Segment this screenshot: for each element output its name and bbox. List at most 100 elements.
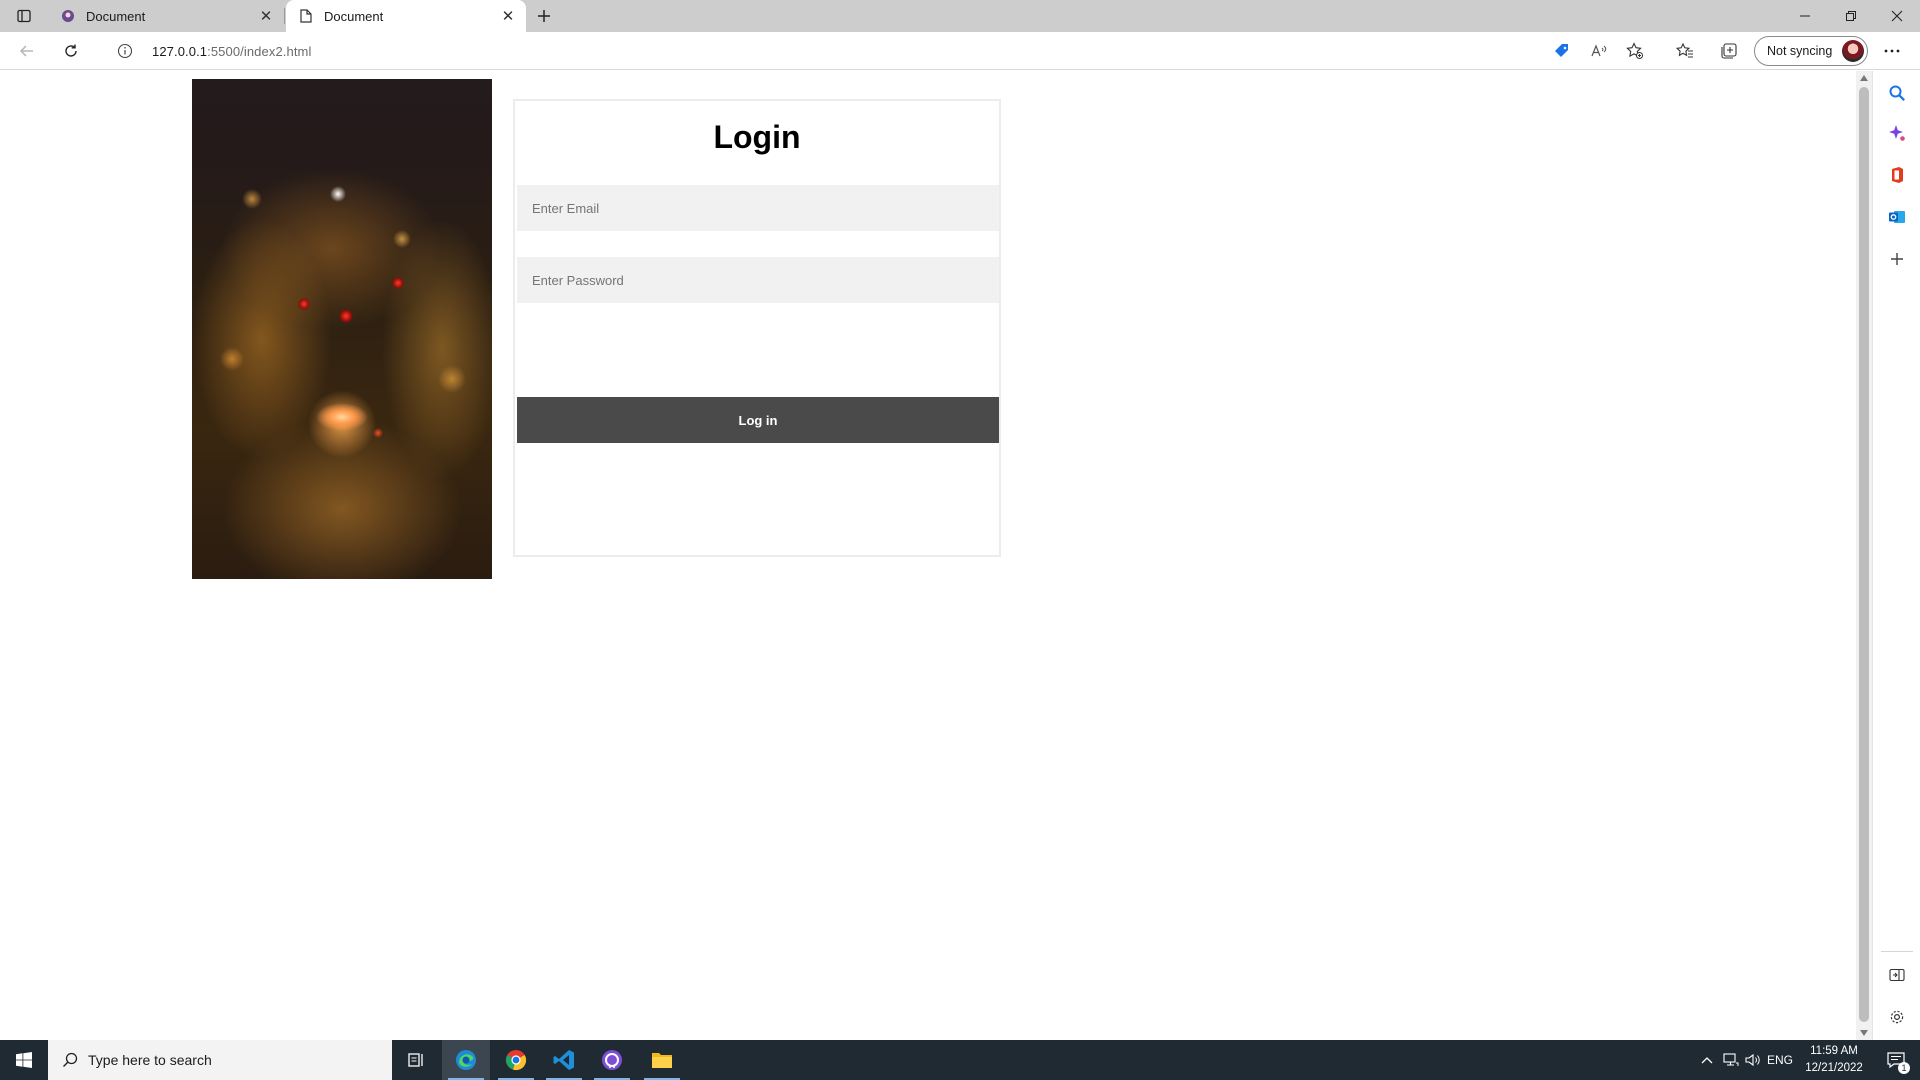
sidebar-outlook-button[interactable] xyxy=(1883,203,1911,231)
github-desktop-icon xyxy=(602,1050,622,1070)
url-path: :5500/index2.html xyxy=(207,43,312,59)
tab-actions-icon xyxy=(17,9,31,23)
sidebar-hide-button[interactable] xyxy=(1883,961,1911,989)
new-tab-button[interactable] xyxy=(530,4,558,28)
avatar xyxy=(1842,40,1864,62)
sparkle-icon xyxy=(1889,125,1905,141)
tab-strip: Document ✕ Document ✕ xyxy=(0,0,1920,32)
shopping-button[interactable] xyxy=(1547,37,1577,65)
tray-language-indicator[interactable]: ENG xyxy=(1764,1040,1796,1080)
close-icon xyxy=(1891,10,1903,22)
tab-document-2[interactable]: Document ✕ xyxy=(286,0,526,32)
taskbar-app-edge[interactable] xyxy=(442,1040,490,1080)
page-favicon-icon xyxy=(298,8,314,24)
refresh-button[interactable] xyxy=(56,37,86,65)
taskbar-app-file-explorer[interactable] xyxy=(638,1040,686,1080)
search-icon xyxy=(63,1052,78,1067)
collections-button[interactable] xyxy=(1714,37,1744,65)
tab-title: Document xyxy=(86,8,146,24)
start-button[interactable] xyxy=(0,1040,48,1080)
url-host: 127.0.0.1 xyxy=(152,43,208,59)
add-favorite-button[interactable] xyxy=(1620,37,1650,65)
scroll-up-icon[interactable] xyxy=(1860,75,1868,81)
gear-icon xyxy=(1890,1010,1904,1024)
price-tag-icon xyxy=(1555,44,1568,57)
site-info-icon[interactable] xyxy=(110,36,140,66)
plus-icon xyxy=(538,10,550,22)
taskbar-app-vscode[interactable] xyxy=(540,1040,588,1080)
outlook-icon xyxy=(1889,211,1905,223)
minimize-button[interactable] xyxy=(1782,0,1828,32)
search-icon xyxy=(1889,85,1905,101)
read-aloud-icon xyxy=(1591,44,1607,57)
tab-close-icon[interactable]: ✕ xyxy=(496,4,520,28)
more-horizontal-icon xyxy=(1884,49,1900,53)
close-window-button[interactable] xyxy=(1874,0,1920,32)
sidebar-add-button[interactable] xyxy=(1883,245,1911,273)
scrollbar-thumb[interactable] xyxy=(1859,87,1869,1022)
chevron-up-icon xyxy=(1701,1057,1713,1064)
vscode-icon xyxy=(553,1050,574,1070)
folder-icon xyxy=(652,1053,672,1068)
profile-button[interactable]: Not syncing xyxy=(1754,36,1868,66)
arrow-left-icon xyxy=(19,45,33,57)
taskbar-clock[interactable]: 11:59 AM 12/21/2022 xyxy=(1796,1043,1872,1077)
sidebar-settings-button[interactable] xyxy=(1883,1003,1911,1031)
hide-sidebar-icon xyxy=(1889,968,1905,982)
login-title: Login xyxy=(713,119,801,155)
scroll-down-icon[interactable] xyxy=(1860,1030,1868,1036)
settings-more-button[interactable] xyxy=(1877,37,1907,65)
password-input[interactable] xyxy=(517,257,999,303)
tray-network-button[interactable] xyxy=(1720,1040,1742,1080)
notification-center-button[interactable]: 1 xyxy=(1876,1040,1916,1080)
windows-logo-icon xyxy=(16,1052,32,1068)
tab-close-icon[interactable]: ✕ xyxy=(254,4,278,28)
clock-time: 11:59 AM xyxy=(1810,1045,1858,1057)
browser-toolbar: 127.0.0.1:5500/index2.html Not syncing xyxy=(0,32,1920,70)
collections-icon xyxy=(1721,43,1737,59)
sidebar-discover-button[interactable] xyxy=(1883,119,1911,147)
tray-volume-button[interactable] xyxy=(1742,1040,1764,1080)
favorites-button[interactable] xyxy=(1670,37,1700,65)
refresh-icon xyxy=(65,44,77,57)
minimize-icon xyxy=(1800,15,1810,17)
office-icon xyxy=(1892,167,1903,183)
email-input[interactable] xyxy=(517,185,999,231)
tab-actions-button[interactable] xyxy=(10,5,38,27)
language-label: ENG xyxy=(1766,1053,1793,1067)
page-viewport: Login Log in xyxy=(0,71,1856,1040)
profile-status-label: Not syncing xyxy=(1767,44,1833,58)
restore-icon xyxy=(1846,11,1856,21)
task-view-button[interactable] xyxy=(392,1040,440,1080)
task-view-icon xyxy=(408,1053,423,1067)
sidebar-search-button[interactable] xyxy=(1883,79,1911,107)
taskbar-search-placeholder: Type here to search xyxy=(88,1052,212,1068)
restore-button[interactable] xyxy=(1828,0,1874,32)
network-icon xyxy=(1723,1053,1739,1066)
clock-date: 12/21/2022 xyxy=(1805,1062,1863,1074)
address-bar[interactable]: 127.0.0.1:5500/index2.html xyxy=(102,36,1738,66)
favorites-icon xyxy=(1676,42,1693,58)
tab-separator xyxy=(284,8,285,24)
windows-taskbar: Type here to search ENG 11:59 AM 12/21/2… xyxy=(0,1040,1920,1080)
sidebar-office-button[interactable] xyxy=(1883,161,1911,189)
plus-icon xyxy=(1891,253,1903,265)
profile-favicon-icon xyxy=(60,8,76,24)
volume-icon xyxy=(1745,1053,1760,1067)
url-text[interactable]: 127.0.0.1:5500/index2.html xyxy=(152,44,311,59)
taskbar-app-chrome[interactable] xyxy=(492,1040,540,1080)
page-scrollbar[interactable] xyxy=(1856,71,1872,1040)
login-button[interactable]: Log in xyxy=(517,397,999,443)
notification-count-badge: 1 xyxy=(1898,1062,1910,1074)
tab-title: Document xyxy=(324,8,384,24)
taskbar-app-github-desktop[interactable] xyxy=(588,1040,636,1080)
candle-decoration-image xyxy=(192,79,492,579)
tab-document-1[interactable]: Document ✕ xyxy=(48,0,284,32)
taskbar-search[interactable]: Type here to search xyxy=(48,1040,392,1080)
star-add-icon xyxy=(1626,42,1643,59)
back-button[interactable] xyxy=(12,37,42,65)
tray-overflow-button[interactable] xyxy=(1696,1040,1718,1080)
edge-icon xyxy=(456,1050,476,1070)
edge-sidebar xyxy=(1872,71,1920,1040)
read-aloud-button[interactable] xyxy=(1584,37,1614,65)
